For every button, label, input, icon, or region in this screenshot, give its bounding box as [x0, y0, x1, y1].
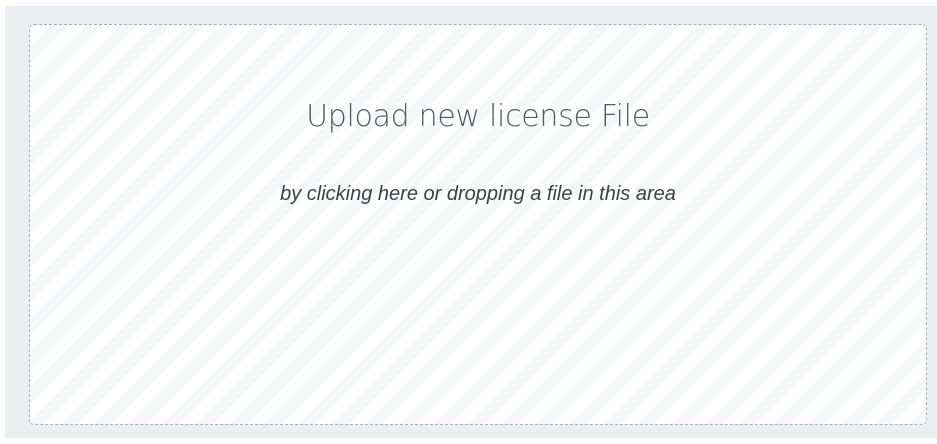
upload-title: Upload new license File: [306, 99, 650, 134]
upload-hint: by clicking here or dropping a file in t…: [280, 183, 676, 205]
upload-panel: Upload new license File by clicking here…: [5, 6, 937, 438]
file-dropzone[interactable]: Upload new license File by clicking here…: [29, 24, 927, 425]
